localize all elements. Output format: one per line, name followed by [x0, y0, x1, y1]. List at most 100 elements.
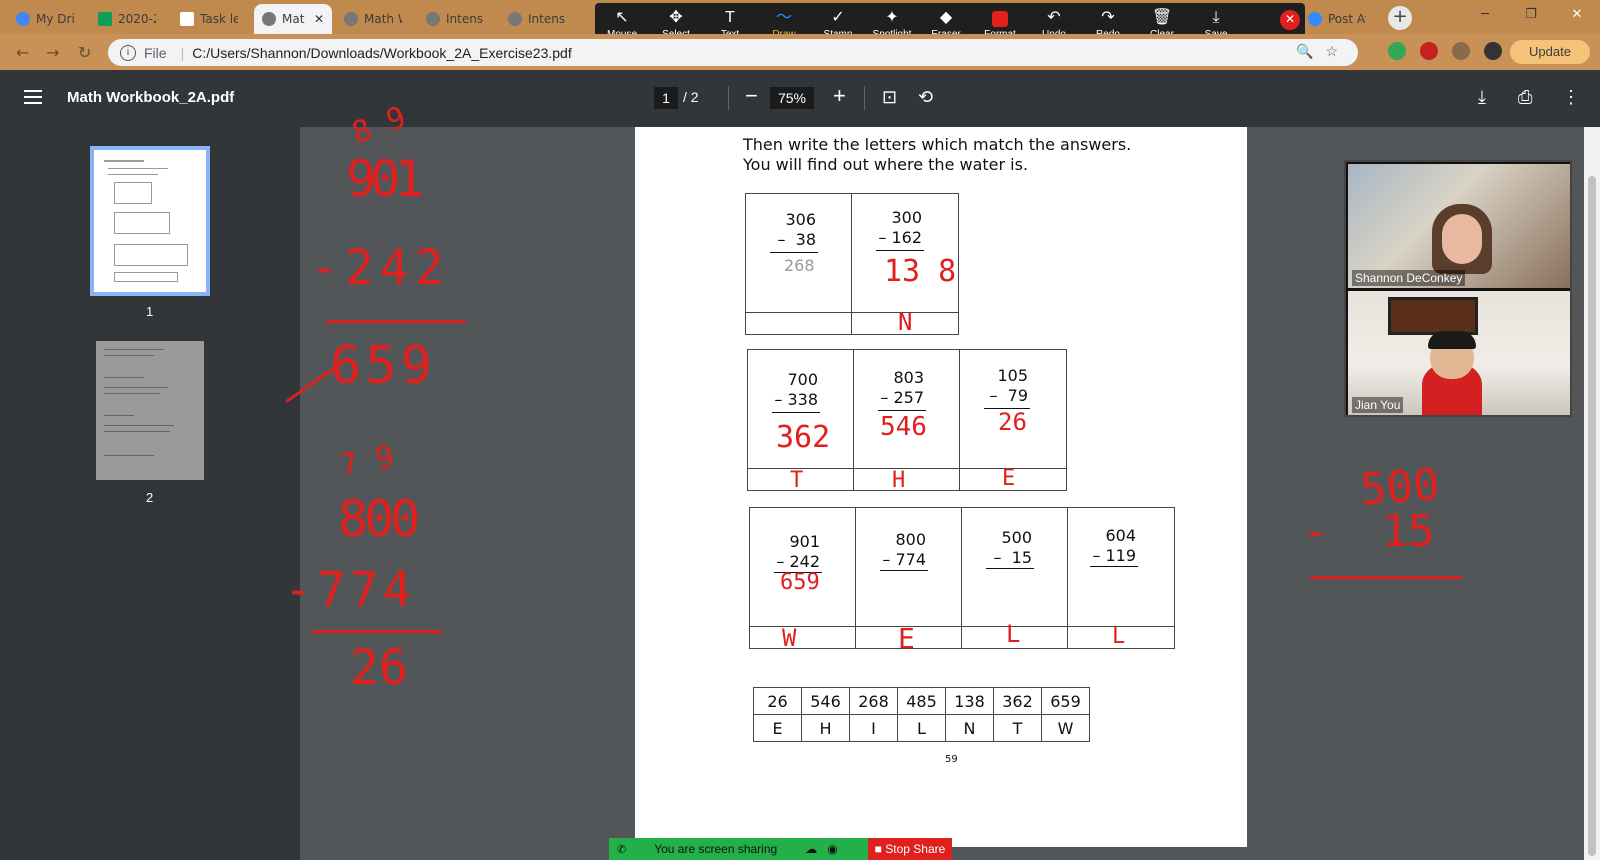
page-number-input[interactable]: 1: [654, 87, 678, 109]
problem-top: 300: [891, 208, 922, 227]
problem-row-3: 901 – 242 659 W 800 – 774 E 500 – 15 L 6…: [749, 507, 1175, 655]
update-button[interactable]: Update: [1510, 40, 1590, 64]
participant-video-2[interactable]: Jian You: [1348, 291, 1570, 415]
tab-intensive-1[interactable]: Intensi: [418, 4, 492, 34]
problem-top: 500: [1001, 528, 1032, 547]
extension-green-icon[interactable]: [1388, 42, 1406, 60]
window-controls: ─ ❐ ✕: [1462, 0, 1600, 30]
problem-bottom: – 338: [774, 390, 818, 409]
answer-text: 362: [776, 420, 831, 455]
close-annotation-icon[interactable]: ✕: [1280, 10, 1300, 30]
problem-bottom: – 79: [989, 386, 1028, 405]
letter-answer: E: [1002, 466, 1016, 491]
extensions-puzzle-icon[interactable]: [1452, 42, 1470, 60]
problem-top: 700: [787, 370, 818, 389]
zoom-out-icon[interactable]: −: [745, 84, 758, 108]
globe-icon: [262, 12, 276, 26]
participant-video-1[interactable]: Shannon DeConkey: [1348, 164, 1570, 288]
eraser-icon: ◆: [939, 8, 953, 26]
letter-answer: T: [790, 468, 804, 493]
answer-text: 26: [998, 408, 1027, 436]
thumbnail-label-1: 1: [146, 304, 154, 319]
address-bar[interactable]: i File | C:/Users/Shannon/Downloads/Work…: [108, 39, 1358, 66]
ink-line-1: [326, 320, 466, 323]
back-icon[interactable]: ←: [16, 43, 29, 62]
info-icon[interactable]: i: [120, 44, 136, 61]
restore-icon[interactable]: ❐: [1508, 0, 1554, 30]
globe-icon: [344, 12, 358, 26]
globe-icon: [426, 12, 440, 26]
cursor-icon: ↖: [615, 8, 629, 26]
shield-icon: ◉: [827, 842, 838, 856]
problem-bottom: – 15: [993, 548, 1032, 567]
ink-result-1: 659: [330, 336, 436, 396]
text-icon: T: [725, 8, 735, 26]
avatar[interactable]: [1484, 42, 1502, 60]
letter-answer: L: [1112, 624, 1126, 649]
letter-answer: W: [782, 624, 797, 652]
doc-icon: [180, 12, 194, 26]
zoom-in-icon[interactable]: +: [833, 84, 846, 108]
instruction-line-1: Then write the letters which match the a…: [743, 135, 1132, 154]
problem-bottom: – 38: [777, 230, 816, 249]
globe-icon: [508, 12, 522, 26]
answer-text: 13 8: [884, 254, 957, 289]
letter-answer: N: [898, 308, 913, 336]
ink-minuend-2: 800: [338, 490, 420, 548]
download-icon[interactable]: ⤓: [1478, 87, 1486, 108]
check-icon: ✓: [831, 8, 845, 26]
ink-line-3: [1310, 576, 1462, 579]
fit-page-icon[interactable]: ⊡: [882, 87, 897, 108]
zoom-level-input[interactable]: 75%: [770, 87, 814, 109]
ink-subtrahend-1: -242: [310, 240, 450, 296]
page-thumbnail-1[interactable]: [90, 146, 210, 296]
tab-intensive-2[interactable]: Intensi: [500, 4, 574, 34]
tab-sheets[interactable]: 2020-2: [90, 4, 164, 34]
rotate-icon[interactable]: ⟲: [918, 87, 933, 108]
tab-post-at[interactable]: Post At: [1300, 4, 1374, 34]
phone-icon: ✆: [617, 843, 627, 856]
extension-ublock-icon[interactable]: [1420, 42, 1438, 60]
redo-icon: ↷: [1101, 8, 1115, 26]
letter-answer: L: [1006, 620, 1021, 648]
spotlight-icon: ✦: [885, 8, 899, 26]
scrollbar-thumb[interactable]: [1588, 176, 1596, 856]
answer-key-table: 26 546 268 485 138 362 659 E H I L N T W: [753, 687, 1090, 742]
tab-task[interactable]: Task lea: [172, 4, 246, 34]
ink-borrow-2: 7 9: [337, 439, 397, 484]
ink-result-2: 26: [350, 640, 408, 696]
undo-icon: ↶: [1047, 8, 1061, 26]
problem-top: 306: [785, 210, 816, 229]
letter-answer: H: [892, 468, 906, 493]
new-tab-button[interactable]: +: [1388, 6, 1412, 30]
stop-icon: ■: [874, 842, 882, 856]
tab-math-active[interactable]: Mat ✕: [254, 4, 332, 34]
document-title: Math Workbook_2A.pdf: [67, 89, 235, 106]
video-panel: Shannon DeConkey Jian You: [1344, 160, 1572, 417]
page-thumbnail-2[interactable]: [96, 341, 204, 480]
menu-icon[interactable]: [24, 90, 42, 108]
url-text: C:/Users/Shannon/Downloads/Workbook_2A_E…: [192, 44, 572, 61]
stop-share-button[interactable]: ■ Stop Share: [868, 838, 952, 860]
participant-name: Jian You: [1352, 397, 1404, 413]
address-bar-row: ← → ↻ i File | C:/Users/Shannon/Download…: [0, 34, 1600, 70]
more-options-icon[interactable]: ⋮: [1562, 87, 1580, 108]
letter-answer: E: [898, 622, 915, 655]
close-tab-icon[interactable]: ✕: [314, 12, 324, 26]
close-window-icon[interactable]: ✕: [1554, 0, 1600, 30]
problem-top: 901: [789, 532, 820, 551]
tab-math-w[interactable]: Math W: [336, 4, 410, 34]
problem-top: 803: [893, 368, 924, 387]
print-icon[interactable]: ⎙: [1518, 87, 1532, 108]
screen-share-status-bar[interactable]: ✆ You are screen sharing ☁ ◉: [609, 838, 868, 860]
reload-icon[interactable]: ↻: [78, 43, 91, 62]
draw-icon: 〜: [775, 8, 792, 26]
forward-icon[interactable]: →: [46, 43, 59, 62]
share-status-text: You are screen sharing: [654, 842, 778, 856]
page-footer-number: 59: [945, 754, 958, 765]
zoom-star-icons[interactable]: 🔍 ☆: [1296, 43, 1338, 60]
minimize-icon[interactable]: ─: [1462, 0, 1508, 30]
problem-bottom: – 257: [880, 388, 924, 407]
tab-my-drive[interactable]: My Driv: [8, 4, 82, 34]
answer-text: 546: [880, 412, 927, 442]
